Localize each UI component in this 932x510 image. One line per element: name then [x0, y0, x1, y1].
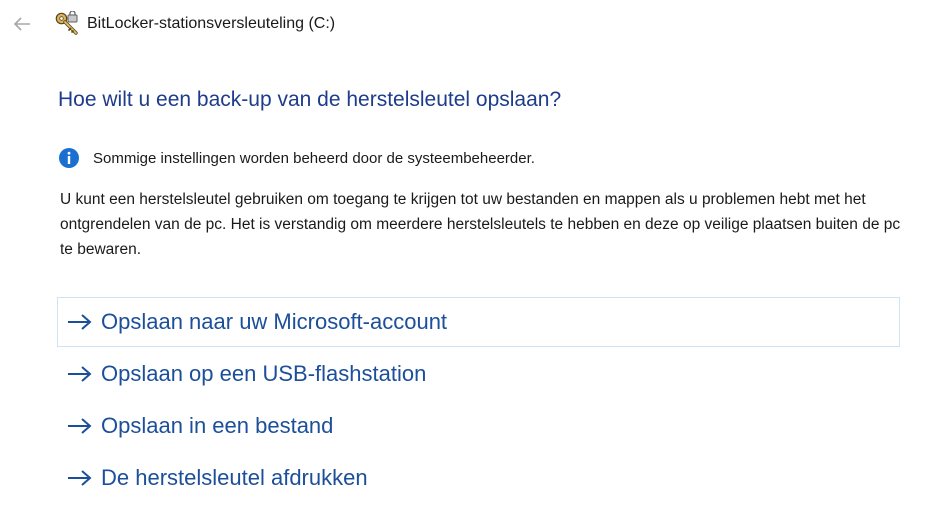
arrow-right-icon: [68, 470, 92, 486]
save-to-usb-link[interactable]: Opslaan op een USB-flashstation: [57, 349, 900, 399]
admin-info-notice: Sommige instellingen worden beheerd door…: [58, 146, 535, 170]
save-to-file-link[interactable]: Opslaan in een bestand: [57, 401, 900, 451]
window-title: BitLocker-stationsversleuteling (C:): [87, 15, 336, 32]
info-icon: [59, 148, 79, 168]
title-bar: BitLocker-stationsversleuteling (C:): [0, 0, 932, 48]
option-label: Opslaan in een bestand: [101, 413, 334, 438]
description-text: U kunt een herstelsleutel gebruiken om t…: [60, 191, 901, 258]
arrow-right-icon: [68, 366, 92, 382]
option-label: Opslaan naar uw Microsoft-account: [101, 309, 448, 334]
arrow-right-icon: [68, 314, 92, 330]
info-text: Sommige instellingen worden beheerd door…: [93, 149, 535, 167]
arrow-left-icon: [13, 17, 30, 31]
save-to-microsoft-account-link[interactable]: Opslaan naar uw Microsoft-account: [57, 297, 900, 347]
print-recovery-key-link[interactable]: De herstelsleutel afdrukken: [57, 453, 900, 503]
option-label: Opslaan op een USB-flashstation: [101, 361, 427, 386]
option-label: De herstelsleutel afdrukken: [101, 465, 368, 490]
arrow-right-icon: [68, 418, 92, 434]
bitlocker-backup-page: BitLocker-stationsversleuteling (C:) Hoe…: [0, 0, 932, 510]
page-heading: Hoe wilt u een back-up van de herstelsle…: [58, 88, 562, 111]
back-button[interactable]: [6, 10, 38, 38]
bitlocker-key-icon: [55, 11, 78, 35]
